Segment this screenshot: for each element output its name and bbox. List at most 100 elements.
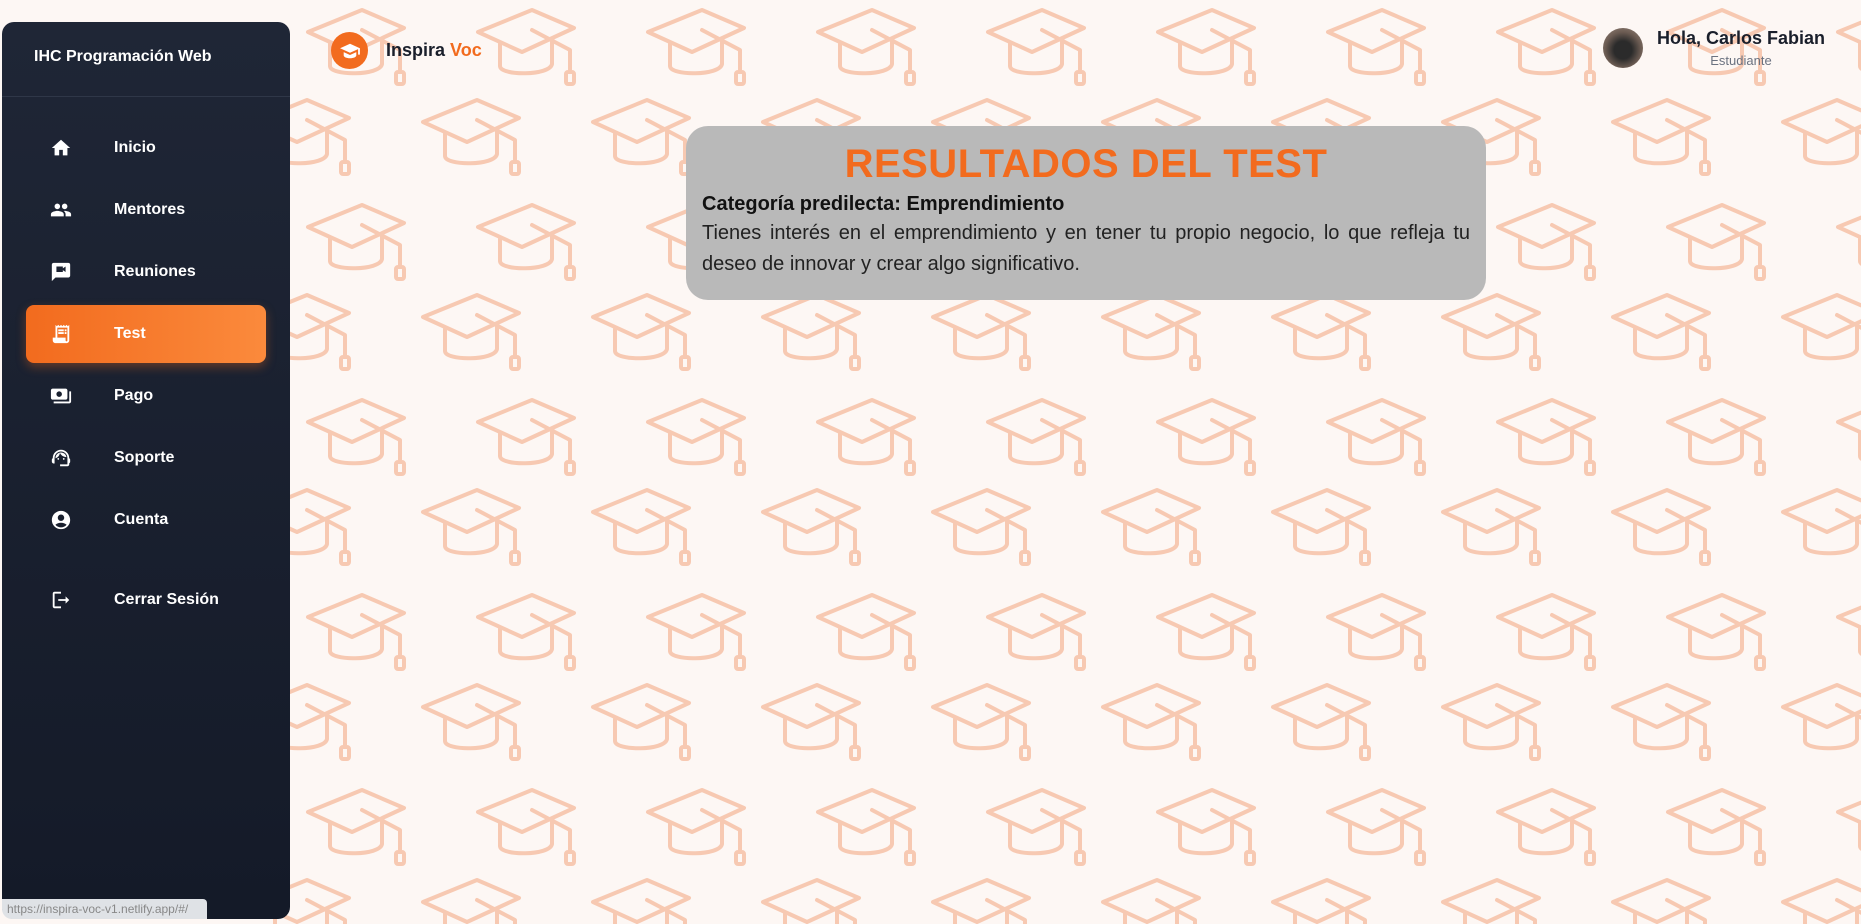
- graduation-cap-pattern-icon: [415, 285, 525, 375]
- graduation-cap-pattern-icon: [925, 675, 1035, 765]
- graduation-cap-pattern-icon: [1660, 390, 1770, 480]
- graduation-cap-pattern-icon: [640, 780, 750, 870]
- graduation-cap-pattern-icon: [755, 870, 865, 924]
- graduation-cap-pattern-icon: [1490, 195, 1600, 285]
- people-icon: [50, 199, 72, 221]
- graduation-cap-pattern-icon: [980, 390, 1090, 480]
- graduation-cap-pattern-icon: [585, 285, 695, 375]
- graduation-cap-pattern-icon: [1660, 195, 1770, 285]
- sidebar: IHC Programación Web Inicio Mentores Reu…: [2, 22, 290, 919]
- status-url: https://inspira-voc-v1.netlify.app/#/: [2, 899, 207, 919]
- graduation-cap-pattern-icon: [300, 195, 410, 285]
- graduation-cap-pattern-icon: [1320, 780, 1430, 870]
- graduation-cap-pattern-icon: [1605, 90, 1715, 180]
- sidebar-item-pago[interactable]: Pago: [26, 367, 266, 425]
- sidebar-item-label: Mentores: [114, 201, 186, 218]
- graduation-cap-pattern-icon: [810, 390, 920, 480]
- graduation-cap-pattern-icon: [1605, 285, 1715, 375]
- graduation-cap-pattern-icon: [1150, 585, 1260, 675]
- results-category: Categoría predilecta: Emprendimiento: [702, 193, 1065, 215]
- graduation-cap-pattern-icon: [1830, 585, 1861, 675]
- graduation-cap-pattern-icon: [1605, 480, 1715, 570]
- graduation-cap-pattern-icon: [1490, 780, 1600, 870]
- graduation-cap-pattern-icon: [1830, 390, 1861, 480]
- graduation-cap-pattern-icon: [1775, 675, 1861, 765]
- graduation-cap-pattern-icon: [1490, 585, 1600, 675]
- graduation-cap-pattern-icon: [300, 390, 410, 480]
- graduation-cap-pattern-icon: [415, 870, 525, 924]
- graduation-cap-pattern-icon: [1605, 870, 1715, 924]
- sidebar-item-cuenta[interactable]: Cuenta: [26, 491, 266, 549]
- graduation-cap-pattern-icon: [755, 480, 865, 570]
- sidebar-item-label: Test: [114, 325, 146, 342]
- graduation-cap-pattern-icon: [1490, 390, 1600, 480]
- logout-button[interactable]: Cerrar Sesión: [26, 571, 266, 629]
- graduation-cap-pattern-icon: [1320, 585, 1430, 675]
- sidebar-item-inicio[interactable]: Inicio: [26, 119, 266, 177]
- graduation-cap-pattern-icon: [1265, 870, 1375, 924]
- graduation-cap-pattern-icon: [470, 195, 580, 285]
- graduation-cap-pattern-icon: [980, 780, 1090, 870]
- graduation-cap-pattern-icon: [415, 480, 525, 570]
- graduation-cap-pattern-icon: [1660, 780, 1770, 870]
- graduation-cap-pattern-icon: [925, 870, 1035, 924]
- graduation-cap-pattern-icon: [1435, 480, 1545, 570]
- user-info: Hola, Carlos Fabian Estudiante: [1657, 28, 1825, 68]
- graduation-cap-pattern-icon: [1095, 870, 1205, 924]
- graduation-cap-pattern-icon: [415, 90, 525, 180]
- logo-accent: Voc: [450, 40, 482, 60]
- graduation-cap-pattern-icon: [470, 585, 580, 675]
- graduation-cap-pattern-icon: [1435, 675, 1545, 765]
- sidebar-nav: Inicio Mentores Reuniones Test Pago Sopo…: [2, 119, 290, 629]
- graduation-cap-pattern-icon: [470, 0, 580, 90]
- sidebar-item-test[interactable]: Test: [26, 305, 266, 363]
- payment-icon: [50, 385, 72, 407]
- graduation-cap-pattern-icon: [1320, 0, 1430, 90]
- graduation-cap-pattern-icon: [1830, 195, 1861, 285]
- logo-text[interactable]: Inspira Voc: [386, 40, 482, 61]
- graduation-cap-pattern-icon: [470, 390, 580, 480]
- graduation-cap-pattern-icon: [1150, 0, 1260, 90]
- avatar[interactable]: [1602, 28, 1643, 68]
- graduation-cap-pattern-icon: [755, 675, 865, 765]
- graduation-cap-pattern-icon: [1490, 0, 1600, 90]
- graduation-cap-pattern-icon: [585, 90, 695, 180]
- support-icon: [50, 447, 72, 469]
- graduation-cap-pattern-icon: [810, 0, 920, 90]
- graduation-cap-pattern-icon: [1320, 390, 1430, 480]
- results-description: Tienes interés en el emprendimiento y en…: [702, 222, 1470, 275]
- graduation-cap-pattern-icon: [980, 585, 1090, 675]
- graduation-cap-pattern-icon: [810, 780, 920, 870]
- graduation-cap-pattern-icon: [300, 585, 410, 675]
- graduation-cap-pattern-icon: [640, 390, 750, 480]
- sidebar-item-mentores[interactable]: Mentores: [26, 181, 266, 239]
- logo-name: Inspira: [386, 40, 446, 60]
- graduation-cap-pattern-icon: [1605, 675, 1715, 765]
- sidebar-item-label: Soporte: [114, 449, 175, 466]
- graduation-cap-pattern-icon: [1775, 90, 1861, 180]
- sidebar-item-label: Inicio: [114, 139, 156, 156]
- account-icon: [50, 509, 72, 531]
- sidebar-item-reuniones[interactable]: Reuniones: [26, 243, 266, 301]
- user-role: Estudiante: [1710, 53, 1772, 68]
- graduation-cap-pattern-icon: [1775, 285, 1861, 375]
- graduation-cap-pattern-icon: [925, 480, 1035, 570]
- graduation-cap-pattern-icon: [585, 675, 695, 765]
- graduation-cap-pattern-icon: [640, 585, 750, 675]
- graduation-cap-pattern-icon: [1150, 780, 1260, 870]
- graduation-cap-pattern-icon: [470, 780, 580, 870]
- logo[interactable]: [331, 32, 368, 69]
- results-title: RESULTADOS DEL TEST: [844, 142, 1328, 186]
- graduation-cap-pattern-icon: [1660, 585, 1770, 675]
- sidebar-item-soporte[interactable]: Soporte: [26, 429, 266, 487]
- graduation-cap-pattern-icon: [1265, 480, 1375, 570]
- graduation-cap-pattern-icon: [810, 585, 920, 675]
- graduation-cap-pattern-icon: [300, 780, 410, 870]
- graduation-cap-pattern-icon: [1095, 675, 1205, 765]
- graduation-cap-pattern-icon: [585, 480, 695, 570]
- graduation-cap-pattern-icon: [640, 0, 750, 90]
- graduation-cap-pattern-icon: [980, 0, 1090, 90]
- graduation-cap-pattern-icon: [585, 870, 695, 924]
- graduation-cap-pattern-icon: [1435, 870, 1545, 924]
- user-profile[interactable]: Hola, Carlos Fabian Estudiante: [1602, 28, 1825, 68]
